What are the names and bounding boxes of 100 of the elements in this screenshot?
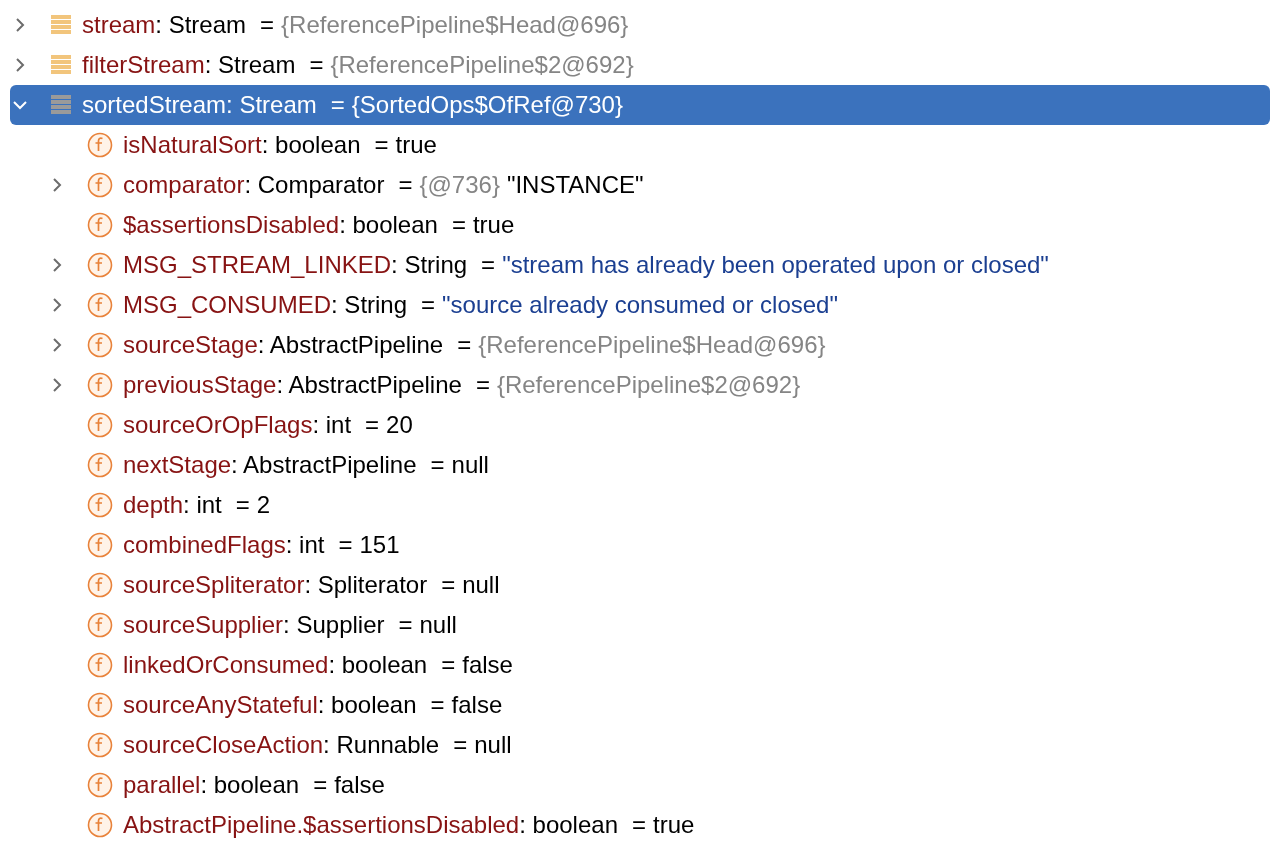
- equals-sign: =: [398, 611, 413, 639]
- variable-value: null: [419, 611, 457, 639]
- variable-type: : int: [312, 411, 352, 439]
- variable-name: AbstractPipeline.$assertionsDisabled: [123, 811, 520, 839]
- field-icon: [87, 532, 113, 558]
- variable-name: $assertionsDisabled: [123, 211, 340, 239]
- variable-value: {ReferencePipeline$2@692}: [330, 51, 634, 79]
- variable-type: : boolean: [519, 811, 618, 839]
- variable-value: false: [462, 651, 513, 679]
- variable-name: combinedFlags: [123, 531, 286, 559]
- variable-value: null: [462, 571, 500, 599]
- variable-type: : Supplier: [283, 611, 385, 639]
- stacked-bars-icon: [50, 14, 72, 36]
- variable-type: : String: [331, 291, 408, 319]
- field-icon: [87, 452, 113, 478]
- variable-name: previousStage: [123, 371, 277, 399]
- variable-type: : int: [183, 491, 222, 519]
- variable-type: : AbstractPipeline: [257, 331, 444, 359]
- variable-name: isNaturalSort: [123, 131, 262, 159]
- variable-type: : String: [391, 251, 468, 279]
- variable-name: MSG_CONSUMED: [123, 291, 332, 319]
- variable-value: 2: [256, 491, 271, 519]
- variable-row[interactable]: AbstractPipeline.$assertionsDisabled: boolean = true: [10, 805, 1270, 845]
- field-icon: [87, 732, 113, 758]
- equals-sign: =: [430, 451, 445, 479]
- variable-type: : Runnable: [323, 731, 440, 759]
- variable-row[interactable]: stream: Stream = {ReferencePipeline$Head@696}: [10, 5, 1270, 45]
- variable-row[interactable]: MSG_CONSUMED: String = "source already consumed or closed": [10, 285, 1270, 325]
- variable-row[interactable]: previousStage: AbstractPipeline = {ReferencePipeline$2@692}: [10, 365, 1270, 405]
- variable-type: : Stream: [155, 11, 247, 39]
- variable-row[interactable]: depth: int = 2: [10, 485, 1270, 525]
- variable-value: false: [334, 771, 385, 799]
- field-icon: [87, 372, 113, 398]
- variable-name: MSG_STREAM_LINKED: [123, 251, 392, 279]
- equals-sign: =: [309, 51, 324, 79]
- variable-row[interactable]: sourceCloseAction: Runnable = null: [10, 725, 1270, 765]
- field-icon: [87, 492, 113, 518]
- variable-value: false: [451, 691, 503, 719]
- variable-name: stream: [82, 11, 156, 39]
- variable-name: sourceStage: [123, 331, 258, 359]
- field-icon: [87, 172, 113, 198]
- variable-row[interactable]: sourceStage: AbstractPipeline = {ReferencePipeline$Head@696}: [10, 325, 1270, 365]
- field-icon: [87, 652, 113, 678]
- variable-row[interactable]: MSG_STREAM_LINKED: String = "stream has already been operated upon or closed": [10, 245, 1270, 285]
- variable-name: nextStage: [123, 451, 232, 479]
- variable-row[interactable]: sourceSpliterator: Spliterator = null: [10, 565, 1270, 605]
- field-icon: [87, 612, 113, 638]
- variable-row[interactable]: filterStream: Stream = {ReferencePipeline$2@692}: [10, 45, 1270, 85]
- field-icon: [87, 412, 113, 438]
- variable-type: : AbstractPipeline: [276, 371, 462, 399]
- equals-sign: =: [481, 251, 496, 279]
- variable-type: : boolean: [339, 211, 438, 239]
- variable-type: : boolean: [261, 131, 361, 159]
- variable-row[interactable]: sourceOrOpFlags: int = 20: [10, 405, 1270, 445]
- variable-row[interactable]: $assertionsDisabled: boolean = true: [10, 205, 1270, 245]
- value-label: "INSTANCE": [506, 171, 644, 199]
- variable-type: : Stream: [226, 91, 317, 119]
- variable-name: sourceSupplier: [123, 611, 284, 639]
- stacked-bars-icon: [50, 54, 72, 76]
- variable-type: : Stream: [204, 51, 296, 79]
- equals-sign: =: [457, 331, 472, 359]
- equals-sign: =: [398, 171, 413, 199]
- variable-row[interactable]: nextStage: AbstractPipeline = null: [10, 445, 1270, 485]
- variable-value: {ReferencePipeline$Head@696}: [281, 11, 629, 39]
- variable-name: linkedOrConsumed: [123, 651, 329, 679]
- variable-row[interactable]: comparator: Comparator = {@736} "INSTANCE": [10, 165, 1270, 205]
- variable-value: "stream has already been operated upon or closed": [502, 251, 1049, 279]
- variable-value: {ReferencePipeline$Head@696}: [478, 331, 826, 359]
- variable-value: {ReferencePipeline$2@692}: [496, 371, 801, 399]
- variable-name: sortedStream: [82, 91, 227, 119]
- variable-row[interactable]: sortedStream: Stream = {SortedOps$OfRef@730}: [10, 85, 1270, 125]
- field-icon: [87, 252, 113, 278]
- equals-sign: =: [235, 491, 250, 519]
- equals-sign: =: [451, 211, 466, 239]
- variable-row[interactable]: isNaturalSort: boolean = true: [10, 125, 1270, 165]
- variable-value: true: [472, 211, 515, 239]
- variable-row[interactable]: combinedFlags: int = 151: [10, 525, 1270, 565]
- variable-value: null: [474, 731, 512, 759]
- variable-value: 20: [386, 411, 413, 439]
- variable-value: true: [653, 811, 695, 839]
- field-icon: [87, 692, 113, 718]
- variable-type: : boolean: [328, 651, 428, 679]
- field-icon: [87, 132, 113, 158]
- field-icon: [87, 572, 113, 598]
- variable-name: sourceCloseAction: [123, 731, 324, 759]
- equals-sign: =: [441, 571, 456, 599]
- variable-row[interactable]: sourceSupplier: Supplier = null: [10, 605, 1270, 645]
- variable-name: sourceOrOpFlags: [123, 411, 313, 439]
- field-icon: [87, 292, 113, 318]
- variable-name: parallel: [123, 771, 201, 799]
- equals-sign: =: [632, 811, 646, 839]
- variable-row[interactable]: parallel: boolean = false: [10, 765, 1270, 805]
- equals-sign: =: [475, 371, 490, 399]
- variable-row[interactable]: sourceAnyStateful: boolean = false: [10, 685, 1270, 725]
- variable-value: "source already consumed or closed": [442, 291, 838, 319]
- variable-row[interactable]: linkedOrConsumed: boolean = false: [10, 645, 1270, 685]
- variable-type: : int: [285, 531, 325, 559]
- variable-value: null: [451, 451, 489, 479]
- variable-value: true: [395, 131, 437, 159]
- variable-type: : boolean: [200, 771, 300, 799]
